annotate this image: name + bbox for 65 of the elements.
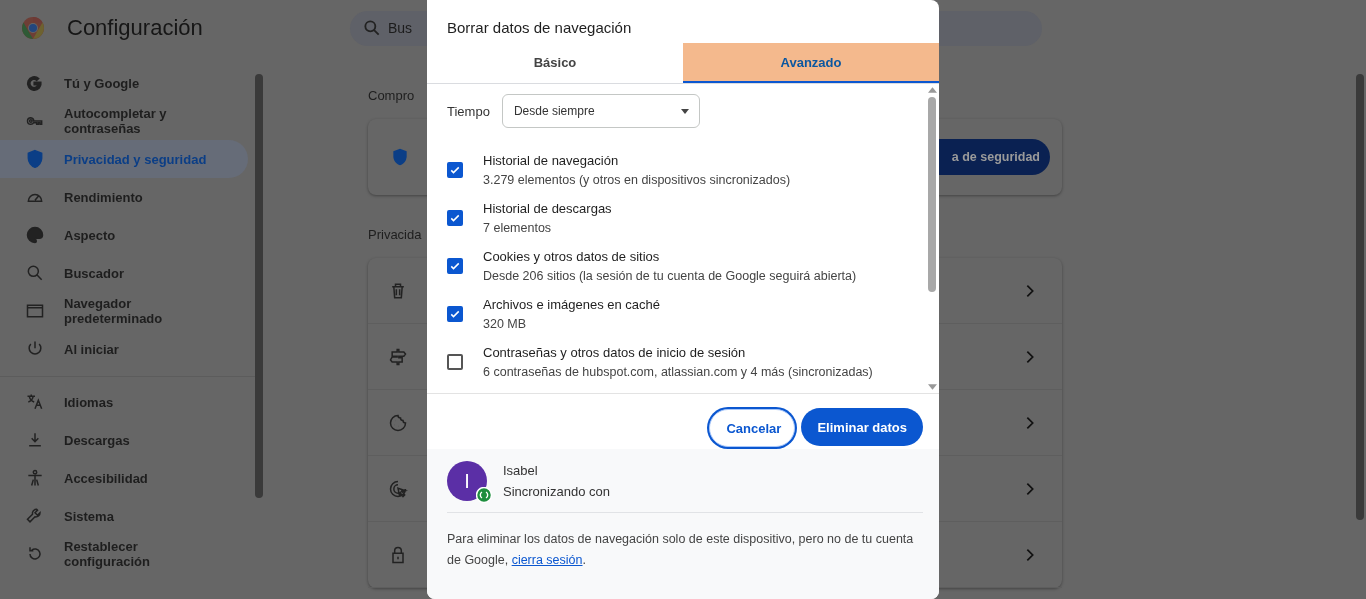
sign-out-link[interactable]: cierra sesión bbox=[511, 553, 583, 567]
shield-icon bbox=[25, 149, 45, 169]
dropdown-caret-icon bbox=[680, 108, 689, 114]
checkmark-icon bbox=[449, 164, 461, 176]
account-name: Isabel bbox=[503, 463, 539, 478]
option-detail: 3.279 elementos (y otros en dispositivos sincronizados) bbox=[483, 173, 791, 187]
delete-data-button[interactable]: Eliminar datos bbox=[801, 408, 923, 446]
section-heading: Compro bbox=[368, 88, 415, 103]
sidebar-item[interactable]: Accesibilidad bbox=[0, 459, 248, 497]
window-icon bbox=[25, 301, 45, 321]
browser-logo-icon bbox=[21, 16, 45, 40]
sidebar-item[interactable]: Al iniciar bbox=[0, 330, 248, 368]
scroll-up-arrow-icon[interactable] bbox=[927, 87, 937, 93]
sync-status: Sincronizando con bbox=[503, 484, 610, 499]
scrollbar[interactable] bbox=[1356, 74, 1364, 520]
checkbox[interactable] bbox=[447, 258, 463, 274]
checkmark-icon bbox=[449, 308, 461, 320]
sidebar-item[interactable]: Rendimiento bbox=[0, 178, 248, 216]
option-title: Historial de navegación bbox=[483, 153, 620, 168]
search-field[interactable]: Bus bbox=[388, 20, 415, 36]
settings-title: Configuración bbox=[67, 15, 204, 41]
option-title: Cookies y otros datos de sitios bbox=[483, 249, 661, 264]
checkmark-icon bbox=[449, 212, 461, 224]
option-detail: Desde 206 sitios (la sesión de tu cuenta de Google seguirá abierta) bbox=[483, 269, 857, 283]
dialog-title: Borrar datos de navegación bbox=[446, 18, 633, 38]
time-label: Tiempo bbox=[447, 103, 490, 119]
google-icon bbox=[25, 73, 45, 93]
sidebar-item[interactable]: Idiomas bbox=[0, 383, 248, 421]
option-title: Archivos e imágenes en caché bbox=[483, 297, 661, 312]
sidebar-item[interactable]: Restablecer configuración bbox=[0, 535, 248, 573]
checkbox[interactable] bbox=[447, 306, 463, 322]
sidebar-item[interactable]: Descargas bbox=[0, 421, 248, 459]
scrollbar[interactable] bbox=[925, 84, 939, 393]
tab[interactable]: Básico bbox=[427, 43, 683, 82]
sync-badge-icon bbox=[476, 487, 492, 503]
sidebar-item[interactable]: Tú y Google bbox=[0, 64, 248, 102]
sidebar-item[interactable]: Navegador predeterminado bbox=[0, 292, 248, 330]
checkmark-icon bbox=[449, 260, 461, 272]
sidebar-item[interactable]: Autocompletar y contraseñas bbox=[0, 102, 248, 140]
sign-out-note: Para eliminar los datos de navegación solo de este dispositivo, pero no de tu cuenta de Google, cierra sesión. bbox=[447, 531, 915, 569]
section-heading: Privacida bbox=[368, 227, 422, 242]
search-icon bbox=[362, 18, 382, 38]
scrollbar[interactable] bbox=[255, 74, 263, 498]
sidebar-item[interactable]: Buscador bbox=[0, 254, 248, 292]
scroll-down-arrow-icon[interactable] bbox=[927, 384, 937, 390]
tab[interactable]: Avanzado bbox=[683, 43, 939, 83]
cancel-button[interactable]: Cancelar bbox=[709, 409, 796, 447]
search-icon bbox=[25, 263, 45, 283]
option-title: Contraseñas y otros datos de inicio de sesión bbox=[483, 345, 747, 360]
option-detail: 7 elementos bbox=[483, 221, 553, 235]
sidebar-item[interactable]: Sistema bbox=[0, 497, 248, 535]
sidebar-item[interactable]: Privacidad y seguridad bbox=[0, 140, 248, 178]
option-detail: 6 contraseñas de hubspot.com, atlassian.com y 4 más (sincronizadas) bbox=[483, 365, 873, 379]
cookie-icon bbox=[388, 412, 408, 433]
translate-icon bbox=[25, 392, 45, 412]
signpost-icon bbox=[388, 346, 408, 367]
sidebar-item[interactable]: Aspecto bbox=[0, 216, 248, 254]
person-icon bbox=[25, 468, 45, 488]
checkbox[interactable] bbox=[447, 210, 463, 226]
shield-icon bbox=[390, 147, 410, 167]
option-detail: 320 MB bbox=[483, 317, 528, 331]
checkbox[interactable] bbox=[447, 354, 463, 370]
checkbox[interactable] bbox=[447, 162, 463, 178]
time-range-dropdown[interactable]: Desde siempre bbox=[501, 94, 700, 128]
option-title: Historial de descargas bbox=[483, 201, 612, 216]
